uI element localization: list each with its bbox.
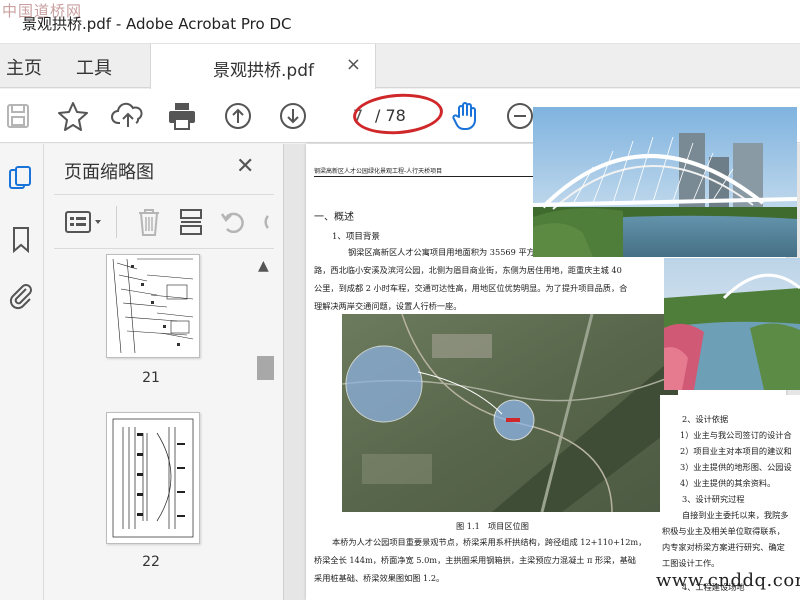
- hand-icon[interactable]: [450, 99, 484, 133]
- paragraph-line: 路，西北临小安溪及滨河公园，北侧为眉目商业街，东侧为居住用地，距重庆主城 40: [314, 265, 622, 275]
- options-menu-icon[interactable]: [64, 208, 104, 236]
- site-watermark: www.cnddq.com: [656, 570, 800, 591]
- paragraph-line: 2、设计依据: [682, 414, 729, 424]
- paragraph-line: 1）业主与我公司签订的设计合: [680, 430, 792, 440]
- location-map-image: [342, 314, 678, 512]
- zoom-out-icon[interactable]: [503, 99, 537, 133]
- delete-icon[interactable]: [134, 206, 164, 238]
- bookmark-star-icon[interactable]: [56, 99, 90, 133]
- window-title: 景观拱桥.pdf - Adobe Acrobat Pro DC: [22, 15, 292, 33]
- tab-label: 景观拱桥.pdf: [213, 61, 314, 81]
- header-rule: [314, 176, 554, 177]
- print-icon[interactable]: [165, 99, 199, 133]
- figure-caption: 图 1.1 项目区位图: [456, 521, 529, 531]
- page-up-icon[interactable]: [221, 99, 255, 133]
- left-rail: [0, 144, 44, 600]
- panel-title: 页面缩略图: [64, 162, 154, 183]
- drawing-preview: [112, 258, 194, 354]
- attachment-icon[interactable]: [6, 280, 36, 310]
- paragraph-line: 4）业主提供的其余资料。: [680, 478, 776, 488]
- rotate-cw-icon[interactable]: [258, 206, 272, 238]
- page-thumbnail-22[interactable]: [106, 412, 200, 544]
- page-thumbnail-21[interactable]: [106, 254, 200, 358]
- tab-close-icon[interactable]: ×: [346, 54, 361, 75]
- paragraph-line: 2）项目业主对本项目的建议和: [680, 446, 792, 456]
- paragraph-line: 本桥为人才公园项目重要景观节点，桥梁采用系杆拱结构，跨径组成 12+110+12…: [332, 537, 647, 547]
- page-header: 钢梁高新区人才公园绿化景观工程-人行天桥项目: [314, 168, 443, 175]
- menu-tab-bar: 主页 工具 景观拱桥.pdf ×: [0, 44, 800, 89]
- paragraph-line: 公里，到成都 2 小时车程，交通可达性高，用地区位优势明显。为了提升项目品质，合: [314, 283, 628, 293]
- menu-tools[interactable]: 工具: [76, 54, 112, 80]
- thumbnail-panel: 页面缩略图 ✕ 21 22 ▲: [44, 144, 284, 600]
- thumbnail-label-22: 22: [142, 554, 160, 570]
- paragraph-line: 采用桩基础、桥梁效果图如图 1.2。: [314, 573, 445, 583]
- bridge-photo-main: [533, 107, 797, 257]
- bookmark-icon[interactable]: [6, 224, 36, 254]
- rotate-ccw-icon[interactable]: [218, 206, 248, 238]
- scrollbar-thumb[interactable]: [257, 356, 274, 380]
- paragraph-line: 桥梁全长 144m，桥面净宽 5.0m，主拱圈采用钢箱拱，主梁预应力混凝土 π …: [314, 555, 636, 565]
- paragraph-line: 理解决两岸交通问题，设置人行桥一座。: [314, 301, 462, 311]
- paragraph-line: 自接到业主委托以来，我院多: [682, 510, 789, 520]
- divider: [54, 248, 274, 249]
- paragraph-line: 积极与业主及相关单位取得联系，: [662, 526, 785, 536]
- page-number-box[interactable]: 7 / 78: [345, 90, 445, 138]
- drawing-preview: [112, 418, 194, 538]
- divider: [116, 206, 117, 238]
- subsection-heading: 1、项目背景: [332, 232, 380, 242]
- thumbnail-label-21: 21: [142, 370, 160, 386]
- scroll-up-icon[interactable]: ▲: [258, 258, 269, 274]
- save-icon[interactable]: [2, 99, 36, 133]
- paragraph-line: 钢梁区高新区人才公寓项目用地面积为 35569 平方米: [348, 247, 544, 257]
- extract-pages-icon[interactable]: [176, 206, 206, 238]
- panel-close-icon[interactable]: ✕: [236, 154, 254, 179]
- paragraph-line: 3）业主提供的地形图、公园设: [680, 462, 792, 472]
- page-thumbnails-icon[interactable]: [6, 164, 36, 194]
- page-down-icon[interactable]: [276, 99, 310, 133]
- divider: [54, 194, 274, 195]
- section-heading: 一、概述: [314, 212, 354, 223]
- paragraph-line: 3、设计研究过程: [682, 494, 745, 504]
- title-bar: 中国道桥网 景观拱桥.pdf - Adobe Acrobat Pro DC: [0, 0, 800, 44]
- thumbnail-tools: [54, 200, 278, 244]
- paragraph-line: 内专家对桥梁方案进行研究、确定: [662, 542, 785, 552]
- bridge-photo-secondary: [664, 258, 800, 390]
- paragraph-line: 工图设计工作。: [662, 558, 720, 568]
- red-annotation-ellipse: [351, 90, 445, 138]
- cloud-upload-icon[interactable]: [111, 99, 145, 133]
- menu-home[interactable]: 主页: [6, 54, 42, 80]
- document-tab[interactable]: 景观拱桥.pdf ×: [150, 44, 376, 89]
- thumbnail-scrollbar[interactable]: ▲: [256, 256, 274, 600]
